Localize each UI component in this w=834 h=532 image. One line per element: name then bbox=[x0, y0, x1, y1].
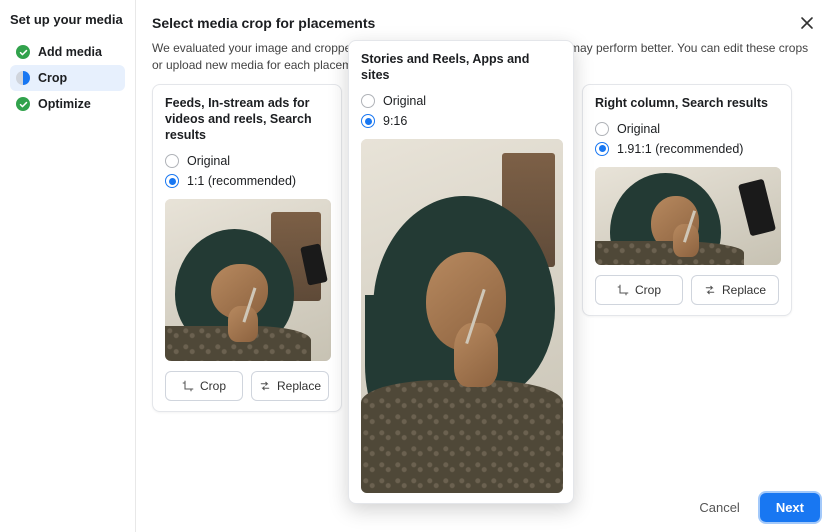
footer: Cancel Next bbox=[675, 483, 834, 532]
card-actions: Crop Replace bbox=[595, 275, 779, 305]
step-label: Add media bbox=[38, 45, 102, 59]
radio-original[interactable]: Original bbox=[361, 91, 561, 111]
button-label: Replace bbox=[722, 283, 766, 297]
card-title: Stories and Reels, Apps and sites bbox=[361, 51, 561, 84]
progress-half-icon bbox=[16, 71, 30, 85]
step-label: Crop bbox=[38, 71, 67, 85]
step-label: Optimize bbox=[38, 97, 91, 111]
crop-icon bbox=[617, 284, 629, 296]
radio-ratio[interactable]: 1:1 (recommended) bbox=[165, 171, 329, 191]
preview-image bbox=[595, 167, 781, 265]
card-actions: Crop Replace bbox=[165, 371, 329, 401]
media-preview[interactable] bbox=[595, 167, 781, 265]
radio-label: 1:1 (recommended) bbox=[187, 174, 296, 188]
preview-image bbox=[165, 199, 331, 361]
radio-icon bbox=[595, 122, 609, 136]
crop-button[interactable]: Crop bbox=[595, 275, 683, 305]
radio-label: Original bbox=[383, 94, 426, 108]
cancel-button[interactable]: Cancel bbox=[689, 494, 749, 521]
placement-card-stories: Stories and Reels, Apps and sites Origin… bbox=[348, 40, 574, 505]
app-root: Set up your media Add media Crop Optimiz… bbox=[0, 0, 834, 532]
button-label: Crop bbox=[635, 283, 661, 297]
button-label: Replace bbox=[277, 379, 321, 393]
radio-label: Original bbox=[617, 122, 660, 136]
sidebar: Set up your media Add media Crop Optimiz… bbox=[0, 0, 136, 532]
placement-card-right-column: Right column, Search results Original 1.… bbox=[582, 84, 792, 316]
preview-image bbox=[361, 139, 563, 493]
radio-icon bbox=[165, 154, 179, 168]
media-preview[interactable] bbox=[165, 199, 331, 361]
replace-button[interactable]: Replace bbox=[691, 275, 779, 305]
step-optimize[interactable]: Optimize bbox=[10, 91, 125, 117]
radio-original[interactable]: Original bbox=[595, 119, 779, 139]
crop-icon bbox=[182, 380, 194, 392]
page-title: Select media crop for placements bbox=[152, 15, 375, 31]
replace-button[interactable]: Replace bbox=[251, 371, 329, 401]
close-icon bbox=[800, 16, 814, 30]
step-add-media[interactable]: Add media bbox=[10, 39, 125, 65]
close-button[interactable] bbox=[796, 12, 818, 34]
radio-label: 9:16 bbox=[383, 114, 407, 128]
header: Select media crop for placements bbox=[136, 0, 834, 40]
radio-ratio[interactable]: 9:16 bbox=[361, 111, 561, 131]
check-icon bbox=[16, 97, 30, 111]
button-label: Crop bbox=[200, 379, 226, 393]
next-button[interactable]: Next bbox=[760, 493, 820, 522]
replace-icon bbox=[259, 380, 271, 392]
placement-card-feeds: Feeds, In-stream ads for videos and reel… bbox=[152, 84, 342, 413]
radio-icon bbox=[361, 94, 375, 108]
main: Select media crop for placements We eval… bbox=[136, 0, 834, 532]
media-preview[interactable] bbox=[361, 139, 563, 493]
radio-icon bbox=[165, 174, 179, 188]
radio-label: Original bbox=[187, 154, 230, 168]
radio-icon bbox=[361, 114, 375, 128]
radio-icon bbox=[595, 142, 609, 156]
replace-icon bbox=[704, 284, 716, 296]
radio-ratio[interactable]: 1.91:1 (recommended) bbox=[595, 139, 779, 159]
cards-area: Feeds, In-stream ads for videos and reel… bbox=[136, 84, 834, 532]
card-title: Feeds, In-stream ads for videos and reel… bbox=[165, 95, 329, 144]
radio-label: 1.91:1 (recommended) bbox=[617, 142, 743, 156]
card-title: Right column, Search results bbox=[595, 95, 779, 111]
crop-button[interactable]: Crop bbox=[165, 371, 243, 401]
radio-original[interactable]: Original bbox=[165, 151, 329, 171]
sidebar-title: Set up your media bbox=[10, 12, 125, 27]
check-icon bbox=[16, 45, 30, 59]
step-crop[interactable]: Crop bbox=[10, 65, 125, 91]
